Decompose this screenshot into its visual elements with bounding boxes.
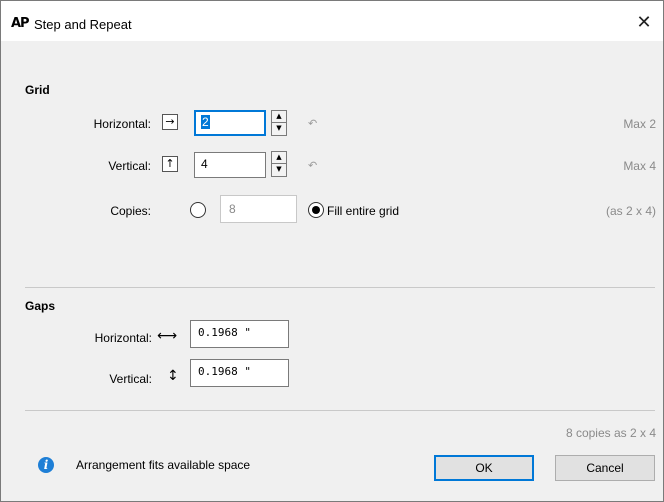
spin-up-button[interactable]: ▲ xyxy=(271,151,287,164)
copies-input[interactable]: 8 xyxy=(220,195,297,223)
info-icon: i xyxy=(38,457,54,473)
reset-icon[interactable]: ↶ xyxy=(308,117,317,130)
copies-radio[interactable] xyxy=(190,202,206,218)
gaps-horizontal-input[interactable]: 0.1968 " xyxy=(190,320,289,348)
grid-vertical-label: Vertical: xyxy=(108,159,151,173)
app-logo: AP xyxy=(11,16,30,31)
spin-down-button[interactable]: ▼ xyxy=(271,164,287,177)
copies-summary: 8 copies as 2 x 4 xyxy=(565,426,656,440)
section-divider xyxy=(25,287,655,288)
gaps-vertical-input[interactable]: 0.1968 " xyxy=(190,359,289,387)
cancel-button[interactable]: Cancel xyxy=(555,455,655,481)
dialog-content: Grid Horizontal: → 2 ▲ ▼ ↶ Max 2 Vertica… xyxy=(1,41,663,501)
dialog-title: Step and Repeat xyxy=(34,17,132,32)
grid-horizontal-max: Max 2 xyxy=(623,117,656,131)
footer-divider xyxy=(25,410,655,411)
copies-arrangement-hint: (as 2 x 4) xyxy=(605,204,656,218)
spin-down-button[interactable]: ▼ xyxy=(271,123,287,136)
grid-horizontal-spinner[interactable]: ▲ ▼ xyxy=(271,110,287,136)
grid-vertical-input[interactable]: 4 xyxy=(194,152,266,178)
spin-up-button[interactable]: ▲ xyxy=(271,110,287,123)
arrow-right-icon: → xyxy=(162,114,178,130)
gaps-horizontal-value: 0.1968 " xyxy=(198,326,251,339)
gaps-section-title: Gaps xyxy=(25,299,56,313)
ok-button[interactable]: OK xyxy=(434,455,534,481)
arrow-up-icon: ↑ xyxy=(162,156,178,172)
gaps-vertical-label: Vertical: xyxy=(109,372,152,386)
grid-vertical-value: 4 xyxy=(201,157,208,171)
grid-horizontal-input[interactable]: 2 xyxy=(194,110,266,136)
step-and-repeat-dialog: AP Step and Repeat ✕ Grid Horizontal: → … xyxy=(0,0,664,502)
grid-horizontal-label: Horizontal: xyxy=(93,117,151,131)
grid-vertical-spinner[interactable]: ▲ ▼ xyxy=(271,151,287,177)
fill-entire-grid-label[interactable]: Fill entire grid xyxy=(327,204,399,218)
vertical-gap-icon: ↕ xyxy=(167,368,179,384)
close-button[interactable]: ✕ xyxy=(629,11,659,37)
grid-section-title: Grid xyxy=(25,83,50,97)
reset-icon[interactable]: ↶ xyxy=(308,159,317,172)
grid-horizontal-value: 2 xyxy=(201,115,210,129)
fill-entire-grid-radio[interactable] xyxy=(308,202,324,218)
copies-label: Copies: xyxy=(110,204,151,218)
gaps-vertical-value: 0.1968 " xyxy=(198,365,251,378)
horizontal-gap-icon: ⟷ xyxy=(157,328,178,344)
grid-vertical-max: Max 4 xyxy=(623,159,656,173)
copies-value: 8 xyxy=(229,202,236,216)
title-bar: AP Step and Repeat ✕ xyxy=(1,1,663,41)
status-message: Arrangement fits available space xyxy=(76,458,251,472)
gaps-horizontal-label: Horizontal: xyxy=(94,331,152,345)
